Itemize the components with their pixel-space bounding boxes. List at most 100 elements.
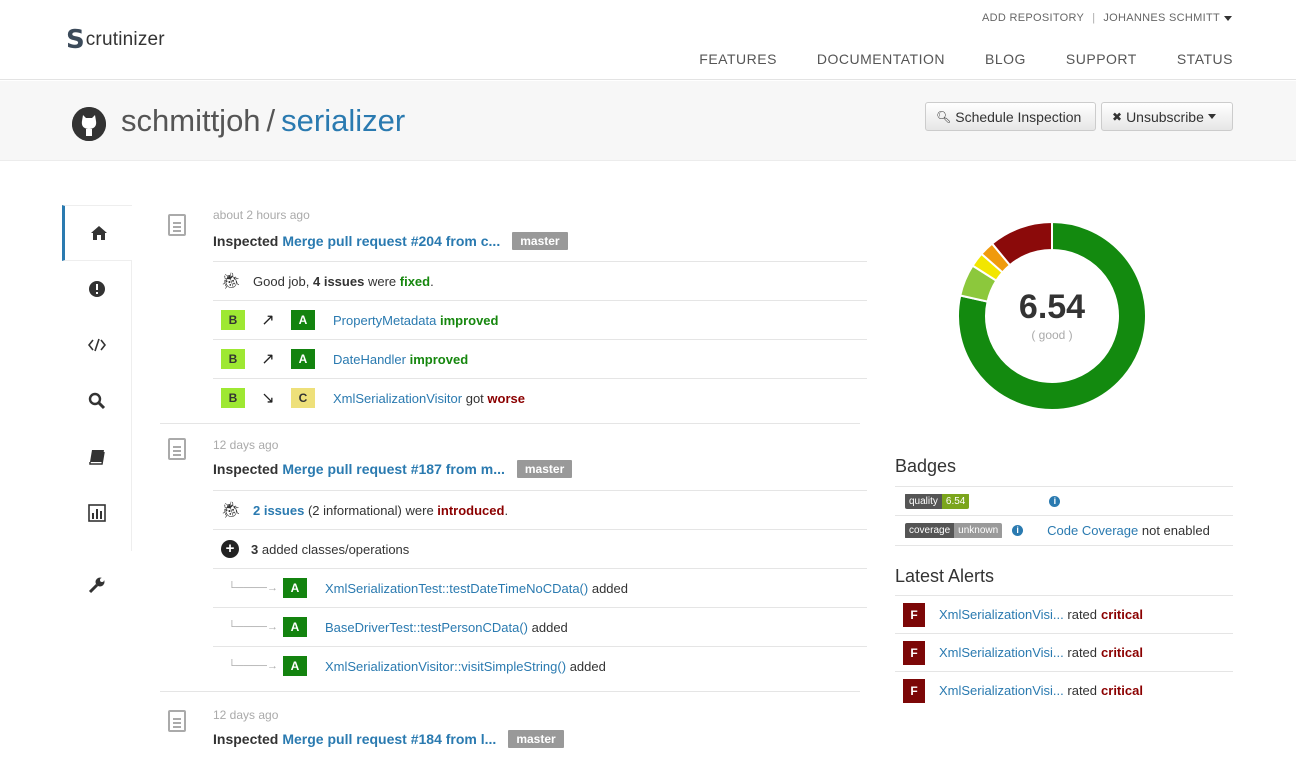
event-divider	[160, 691, 860, 692]
class-link[interactable]: PropertyMetadata	[333, 313, 436, 328]
grade-badge: A	[283, 656, 307, 676]
grade-badge: A	[283, 617, 307, 637]
coverage-note: not enabled	[1141, 523, 1210, 538]
repo-title: schmittjoh / serializer	[121, 103, 405, 139]
grade-badge: A	[283, 578, 307, 598]
summary-post: .	[430, 273, 434, 289]
alert-row: F XmlSerializationVisi... rated critical	[895, 595, 1233, 633]
caret-down-icon[interactable]	[1224, 15, 1232, 21]
alert-row: F XmlSerializationVisi... rated critical	[895, 633, 1233, 671]
event-title: Inspected Merge pull request #184 from l…	[213, 730, 867, 748]
inspection-link[interactable]: Merge pull request #184 from l...	[282, 731, 496, 747]
issues-summary-row: 🐞︎ Good job, 4 issues were fixed.	[213, 261, 867, 300]
alert-level: critical	[1101, 645, 1143, 660]
sidebar-docs[interactable]	[62, 429, 132, 485]
nav-status[interactable]: STATUS	[1177, 51, 1233, 67]
change-verb: improved	[439, 312, 499, 328]
code-coverage-link[interactable]: Code Coverage	[1047, 523, 1138, 538]
summary-info: (2 informational) were	[307, 502, 434, 518]
unsubscribe-button[interactable]: ✖ Unsubscribe	[1101, 102, 1233, 131]
grade-to: A	[291, 310, 315, 330]
caret-down-icon	[1207, 114, 1216, 119]
alert-class-link[interactable]: XmlSerializationVisi...	[939, 645, 1064, 660]
event-prefix: Inspected	[213, 233, 279, 249]
document-icon	[168, 710, 186, 732]
activity-feed: about 2 hours ago Inspected Merge pull r…	[160, 204, 867, 748]
info-icon[interactable]: i	[1012, 525, 1024, 536]
nav-blog[interactable]: BLOG	[985, 51, 1026, 67]
badges-title: Badges	[895, 456, 957, 476]
nav-support[interactable]: SUPPORT	[1066, 51, 1137, 67]
nav-features[interactable]: FEATURES	[699, 51, 777, 67]
added-summary-row: + 3 added classes/operations	[213, 529, 867, 568]
logo-mark: S	[66, 25, 85, 55]
sidebar-search[interactable]	[62, 373, 132, 429]
badge-right: 6.54	[941, 493, 970, 509]
tree-arrow-icon: └────→	[228, 582, 278, 594]
inspection-event: about 2 hours ago Inspected Merge pull r…	[160, 208, 867, 417]
event-time: 12 days ago	[213, 438, 279, 452]
sidebar-code[interactable]	[62, 317, 132, 373]
change-verb: improved	[409, 351, 469, 367]
tree-arrow-icon: └────→	[228, 621, 278, 633]
issues-link[interactable]: 2 issues	[253, 503, 304, 518]
class-link[interactable]: XmlSerializationVisitor	[333, 391, 462, 406]
added-verb: added	[591, 580, 628, 596]
user-menu[interactable]: JOHANNES SCHMITT	[1103, 12, 1220, 24]
alert-class-link[interactable]: XmlSerializationVisi...	[939, 683, 1064, 698]
latest-alerts-title: Latest Alerts	[895, 566, 995, 586]
summary-post: .	[504, 502, 509, 518]
added-item-row: └────→ A XmlSerializationTest::testDateT…	[213, 568, 867, 607]
alert-text: rated	[1067, 607, 1098, 622]
operation-link[interactable]: XmlSerializationTest::testDateTimeNoCDat…	[325, 581, 588, 596]
inspection-event: 12 days ago Inspected Merge pull request…	[160, 438, 867, 685]
schedule-inspection-label: Schedule Inspection	[955, 108, 1082, 125]
added-verb: added	[569, 658, 606, 674]
class-link[interactable]: DateHandler	[333, 352, 406, 367]
plus-circle-icon: +	[221, 540, 239, 558]
nav-documentation[interactable]: DOCUMENTATION	[817, 51, 945, 67]
badge-left: coverage	[905, 523, 955, 538]
alert-level: critical	[1101, 607, 1143, 622]
grade-badge: F	[903, 678, 925, 703]
issues-summary-row: 🐞︎ 2 issues (2 informational) were intro…	[213, 490, 867, 529]
document-icon	[168, 214, 186, 236]
badge-left: quality	[905, 493, 942, 509]
scrutinizer-logo[interactable]: S crutinizer	[66, 25, 165, 55]
operation-link[interactable]: BaseDriverTest::testPersonCData()	[325, 620, 528, 635]
sidebar-divider	[62, 541, 132, 551]
rating-change-row: B ↘ C XmlSerializationVisitor got worse	[213, 378, 867, 417]
branch-badge: master	[516, 460, 573, 478]
add-repository-link[interactable]: ADD REPOSITORY	[982, 12, 1084, 24]
inspection-link[interactable]: Merge pull request #187 from m...	[282, 461, 505, 477]
event-prefix: Inspected	[213, 731, 279, 747]
sidebar-settings[interactable]	[62, 557, 132, 613]
alert-class-link[interactable]: XmlSerializationVisi...	[939, 607, 1064, 622]
account-links: ADD REPOSITORY | JOHANNES SCHMITT	[982, 12, 1232, 24]
grade-to: A	[291, 349, 315, 369]
branch-badge: master	[508, 730, 564, 748]
schedule-inspection-button[interactable]: 🔍︎ Schedule Inspection	[925, 102, 1096, 131]
operation-link[interactable]: XmlSerializationVisitor::visitSimpleStri…	[325, 659, 566, 674]
info-icon[interactable]: i	[1049, 495, 1061, 507]
event-divider	[160, 423, 860, 424]
arrow-up-right-icon: ↗	[261, 351, 275, 368]
inspection-link[interactable]: Merge pull request #204 from c...	[282, 233, 500, 249]
sidebar-statistics[interactable]	[62, 485, 132, 541]
search-icon	[88, 392, 105, 410]
alert-row: F XmlSerializationVisi... rated critical	[895, 671, 1233, 709]
repo-separator: /	[266, 103, 276, 138]
chart-icon	[87, 504, 106, 522]
home-icon	[90, 226, 107, 240]
rating-change-row: B ↗ A DateHandler improved	[213, 339, 867, 378]
sidebar-home[interactable]	[62, 205, 132, 261]
badge-row: coverage unknown i Code Coverage not ena…	[895, 516, 1233, 546]
repo-owner[interactable]: schmittjoh	[121, 103, 261, 138]
sidebar-issues[interactable]	[62, 261, 132, 317]
summary-pre: Good job,	[253, 273, 310, 289]
coverage-badge[interactable]: coverage unknown	[905, 523, 1003, 539]
branch-badge: master	[512, 232, 568, 250]
quality-badge[interactable]: quality 6.54	[905, 493, 970, 509]
repo-name[interactable]: serializer	[281, 103, 405, 138]
change-mid: got	[465, 390, 484, 406]
